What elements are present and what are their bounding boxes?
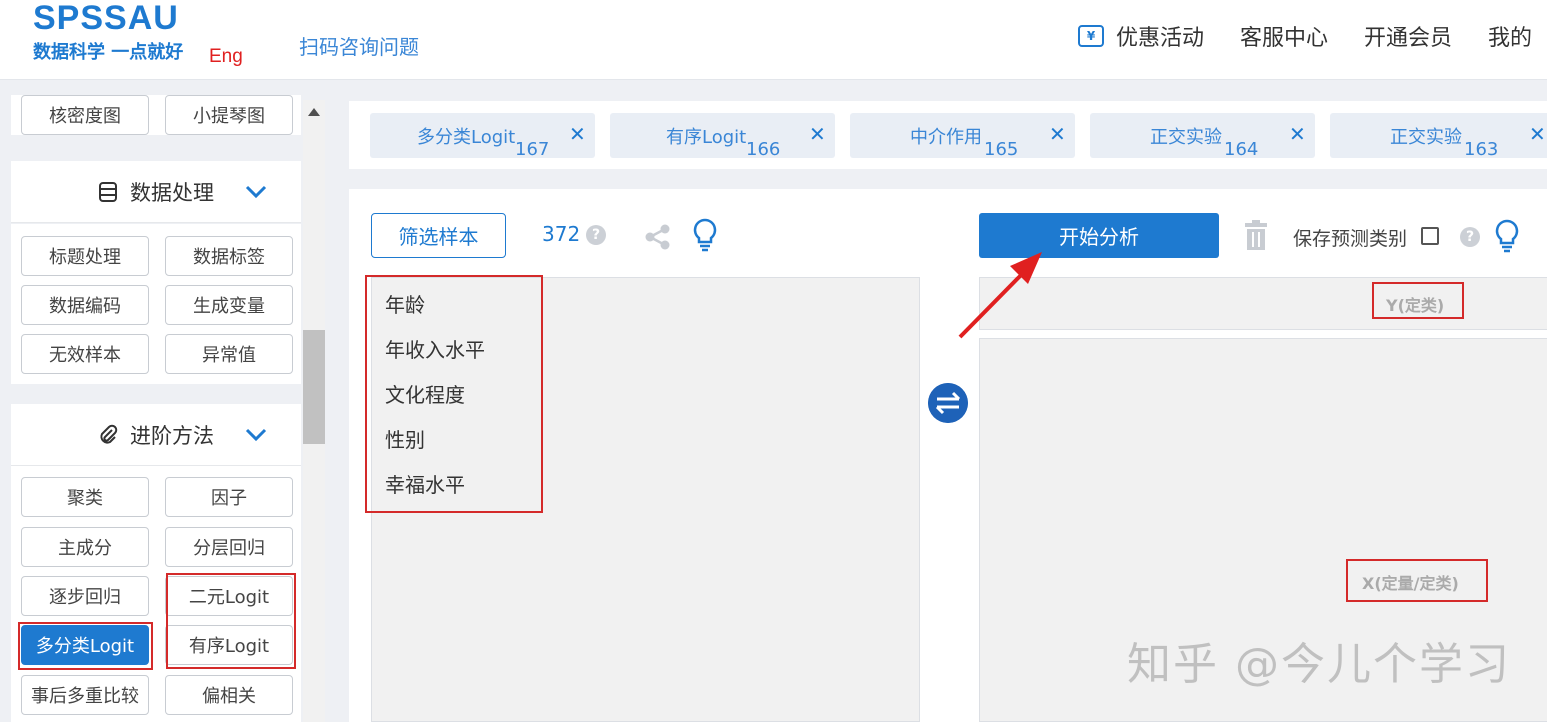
top-header: SPSSAU 数据科学 一点就好 Eng 扫码咨询问题 ¥ 优惠活动 客服中心 …	[0, 0, 1547, 80]
close-icon[interactable]: ✕	[1529, 122, 1546, 146]
method-outliers[interactable]: 异常值	[165, 334, 293, 374]
tab-label: 中介作用	[910, 127, 982, 148]
logo[interactable]: SPSSAU	[33, 0, 179, 36]
close-icon[interactable]: ✕	[809, 122, 826, 146]
method-stepwise-regression[interactable]: 逐步回归	[21, 576, 149, 616]
tab-label: 多分类Logit	[417, 127, 516, 148]
method-data-encoding[interactable]: 数据编码	[21, 285, 149, 325]
history-tab[interactable]: 多分类Logit 167 ✕	[370, 113, 595, 160]
method-violin-plot[interactable]: 小提琴图	[165, 95, 293, 135]
save-prediction-label: 保存预测类别	[1293, 228, 1408, 250]
filter-samples-button[interactable]: 筛选样本	[371, 213, 506, 258]
trash-icon[interactable]	[1243, 219, 1269, 251]
tab-number: 167	[515, 139, 550, 160]
lightbulb-icon[interactable]	[692, 218, 718, 252]
scroll-up-arrow-icon[interactable]	[308, 108, 320, 116]
tab-label: 正交实验	[1390, 127, 1462, 148]
sidebar-scroll-thumb[interactable]	[303, 330, 325, 444]
help-icon[interactable]: ?	[1460, 227, 1480, 247]
variable-item[interactable]: 性别	[385, 424, 425, 453]
tab-number: 163	[1464, 139, 1499, 160]
method-binary-logit[interactable]: 二元Logit	[165, 576, 293, 616]
method-invalid-samples[interactable]: 无效样本	[21, 334, 149, 374]
nav-membership[interactable]: 开通会员	[1364, 20, 1452, 52]
history-tab[interactable]: 正交实验 163 ✕	[1330, 113, 1547, 160]
method-hierarchical-regression[interactable]: 分层回归	[165, 527, 293, 567]
history-tab[interactable]: 有序Logit 166 ✕	[610, 113, 835, 160]
close-icon[interactable]: ✕	[1049, 122, 1066, 146]
method-generate-variable[interactable]: 生成变量	[165, 285, 293, 325]
method-multinomial-logit[interactable]: 多分类Logit	[21, 625, 149, 665]
y-dropzone-label: Y(定类)	[1386, 296, 1445, 315]
scan-consult-link[interactable]: 扫码咨询问题	[299, 31, 419, 60]
paperclip-icon	[100, 424, 118, 444]
nav-promotions-label: 优惠活动	[1116, 26, 1205, 51]
ticket-icon: ¥	[1078, 25, 1104, 47]
watermark: 知乎 @今儿个学习	[1127, 639, 1511, 690]
nav-promotions[interactable]: ¥ 优惠活动	[1078, 20, 1204, 52]
tab-label: 有序Logit	[666, 127, 747, 148]
method-clustering[interactable]: 聚类	[21, 477, 149, 517]
close-icon[interactable]: ✕	[569, 122, 586, 146]
section-data-processing-title: 数据处理	[130, 180, 214, 205]
lightbulb-icon[interactable]	[1494, 219, 1520, 253]
nav-my-account[interactable]: 我的	[1488, 20, 1532, 52]
nav-support[interactable]: 客服中心	[1240, 20, 1328, 52]
x-dropzone-label: X(定量/定类)	[1362, 574, 1459, 593]
history-tab[interactable]: 正交实验 164 ✕	[1090, 113, 1315, 160]
sample-count: 372	[542, 222, 581, 246]
tab-number: 164	[1224, 139, 1259, 160]
method-title-processing[interactable]: 标题处理	[21, 236, 149, 276]
history-tabs-bar: 多分类Logit 167 ✕ 有序Logit 166 ✕ 中介作用 165 ✕ …	[349, 101, 1547, 169]
annotation-arrow	[958, 252, 1042, 339]
swap-arrows-icon[interactable]	[928, 383, 968, 423]
tab-number: 166	[746, 139, 781, 160]
section-data-processing[interactable]: 数据处理	[11, 161, 301, 223]
method-factor[interactable]: 因子	[165, 477, 293, 517]
method-kde-plot[interactable]: 核密度图	[21, 95, 149, 135]
method-pca[interactable]: 主成分	[21, 527, 149, 567]
close-icon[interactable]: ✕	[1289, 122, 1306, 146]
method-partial-correlation[interactable]: 偏相关	[165, 675, 293, 715]
method-ordinal-logit[interactable]: 有序Logit	[165, 625, 293, 665]
tab-label: 正交实验	[1150, 127, 1222, 148]
section-advanced-methods-title: 进阶方法	[130, 423, 214, 448]
share-icon[interactable]	[643, 222, 673, 252]
variable-item[interactable]: 年龄	[385, 289, 425, 318]
method-data-labels[interactable]: 数据标签	[165, 236, 293, 276]
database-icon	[99, 181, 117, 202]
top-nav: ¥ 优惠活动 客服中心 开通会员 我的	[1078, 20, 1547, 52]
chevron-down-icon[interactable]	[245, 428, 267, 442]
logo-slogan: 数据科学 一点就好	[33, 42, 184, 63]
variable-item[interactable]: 年收入水平	[385, 334, 485, 363]
y-dropzone[interactable]	[979, 277, 1547, 330]
save-prediction-checkbox[interactable]	[1421, 227, 1439, 245]
variable-item[interactable]: 文化程度	[385, 379, 465, 408]
history-tab[interactable]: 中介作用 165 ✕	[850, 113, 1075, 160]
section-advanced-methods[interactable]: 进阶方法	[11, 404, 301, 466]
tab-number: 165	[984, 139, 1019, 160]
method-post-hoc-comparison[interactable]: 事后多重比较	[21, 675, 149, 715]
chevron-down-icon[interactable]	[245, 185, 267, 199]
language-switch-link[interactable]: Eng	[209, 46, 243, 68]
help-icon[interactable]: ?	[586, 225, 606, 245]
variable-item[interactable]: 幸福水平	[385, 469, 465, 498]
